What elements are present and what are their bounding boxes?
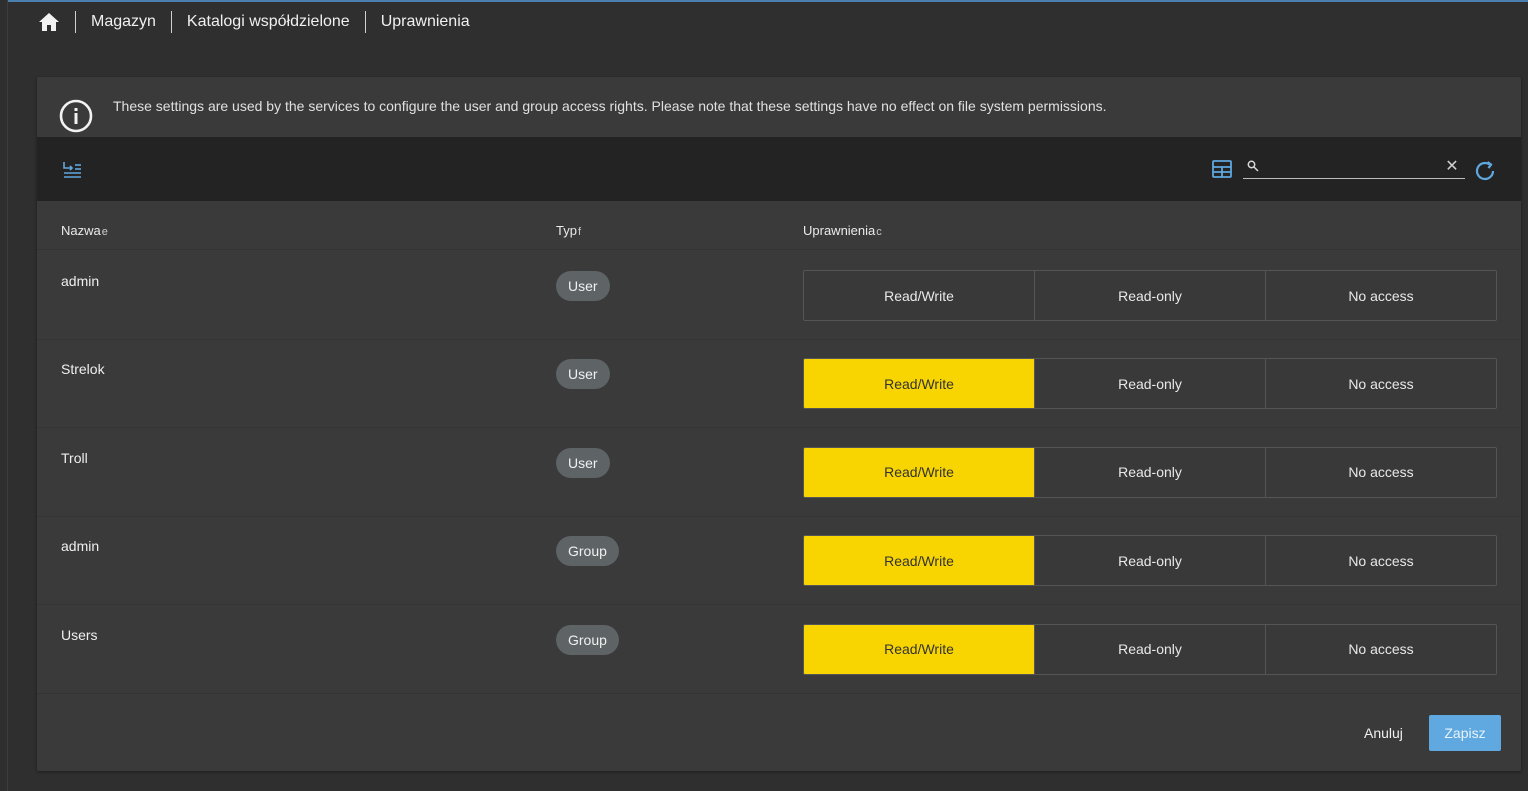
info-text: These settings are used by the services … [113, 98, 1107, 114]
search-field: ✕ [1243, 157, 1465, 179]
type-badge: User [556, 271, 610, 301]
refresh-icon[interactable] [1473, 159, 1497, 183]
permission-option-no-access[interactable]: No access [1265, 624, 1496, 674]
table-row: Strelok User Read/Write Read-only No access [37, 339, 1521, 429]
table-columns-icon[interactable] [1212, 160, 1234, 180]
batch-edit-icon[interactable] [61, 159, 83, 181]
breadcrumb-separator [170, 11, 172, 33]
row-name: admin [61, 273, 100, 289]
permission-toggle-group: Read/Write Read-only No access [803, 358, 1497, 410]
table-header: Nazwae Typf Uprawnieniac [37, 201, 1521, 250]
permission-option-read-only[interactable]: Read-only [1034, 447, 1265, 497]
permission-option-read-only[interactable]: Read-only [1034, 271, 1265, 320]
permission-toggle-group: Read/Write Read-only No access [803, 446, 1497, 498]
breadcrumb-item-magazyn[interactable]: Magazyn [91, 13, 156, 31]
type-badge: Group [556, 536, 619, 567]
permission-option-no-access[interactable]: No access [1265, 536, 1496, 586]
info-banner: These settings are used by the services … [37, 77, 1521, 137]
breadcrumb-item-shared-folders[interactable]: Katalogi współdzielone [187, 13, 350, 31]
permission-toggle-group: Read/Write Read-only No access [803, 623, 1497, 675]
form-footer: Anuluj Zapisz [37, 692, 1521, 771]
cancel-button[interactable]: Anuluj [1349, 715, 1418, 751]
type-badge: Group [556, 624, 619, 655]
permission-option-read-write[interactable]: Read/Write [804, 624, 1034, 674]
search-input[interactable] [1265, 157, 1441, 177]
home-icon[interactable] [38, 11, 60, 33]
sort-icon: c [876, 226, 882, 238]
table-row: Users Group Read/Write Read-only No access [37, 605, 1521, 694]
type-badge: User [556, 447, 610, 478]
row-name: Strelok [61, 361, 105, 378]
permission-option-no-access[interactable]: No access [1265, 271, 1496, 320]
save-button[interactable]: Zapisz [1429, 715, 1501, 751]
left-edge-line [7, 0, 8, 791]
table-row: admin Group Read/Write Read-only No access [37, 516, 1521, 606]
row-name: Users [61, 626, 98, 643]
column-header-permissions[interactable]: Uprawnieniac [803, 223, 882, 238]
row-name: Troll [61, 449, 88, 466]
column-header-type[interactable]: Typf [556, 223, 581, 238]
permission-option-read-write[interactable]: Read/Write [804, 359, 1034, 409]
table-toolbar: ✕ [37, 137, 1521, 201]
permission-option-read-only[interactable]: Read-only [1034, 624, 1265, 674]
row-name: admin [61, 538, 100, 555]
permission-toggle-group: Read/Write Read-only No access [803, 535, 1497, 587]
permission-option-read-only[interactable]: Read-only [1034, 359, 1265, 409]
type-badge: User [556, 359, 610, 390]
breadcrumb-item-permissions: Uprawnienia [380, 13, 470, 30]
breadcrumb-separator [364, 11, 366, 33]
sort-icon: f [577, 226, 582, 238]
sort-icon: e [101, 226, 108, 238]
permission-option-read-only[interactable]: Read-only [1034, 536, 1265, 586]
permission-option-read-write[interactable]: Read/Write [804, 536, 1034, 586]
permission-toggle-group: Read/Write Read-only No access [803, 270, 1497, 321]
info-icon [59, 99, 95, 135]
permissions-card: These settings are used by the services … [37, 77, 1521, 771]
close-icon[interactable]: ✕ [1443, 157, 1461, 177]
permission-option-read-write[interactable]: Read/Write [804, 271, 1034, 320]
top-accent-line [8, 0, 1528, 2]
table-row: Troll User Read/Write Read-only No access [37, 428, 1521, 517]
column-header-name[interactable]: Nazwae [61, 223, 108, 238]
search-icon [1247, 159, 1259, 172]
permission-option-read-write[interactable]: Read/Write [804, 447, 1034, 497]
table-row: admin User Read/Write Read-only No access [37, 251, 1521, 340]
permission-option-no-access[interactable]: No access [1265, 447, 1496, 497]
breadcrumb: Magazyn Katalogi współdzielone Uprawnien… [38, 10, 470, 34]
permission-option-no-access[interactable]: No access [1265, 359, 1496, 409]
breadcrumb-separator [75, 11, 76, 33]
